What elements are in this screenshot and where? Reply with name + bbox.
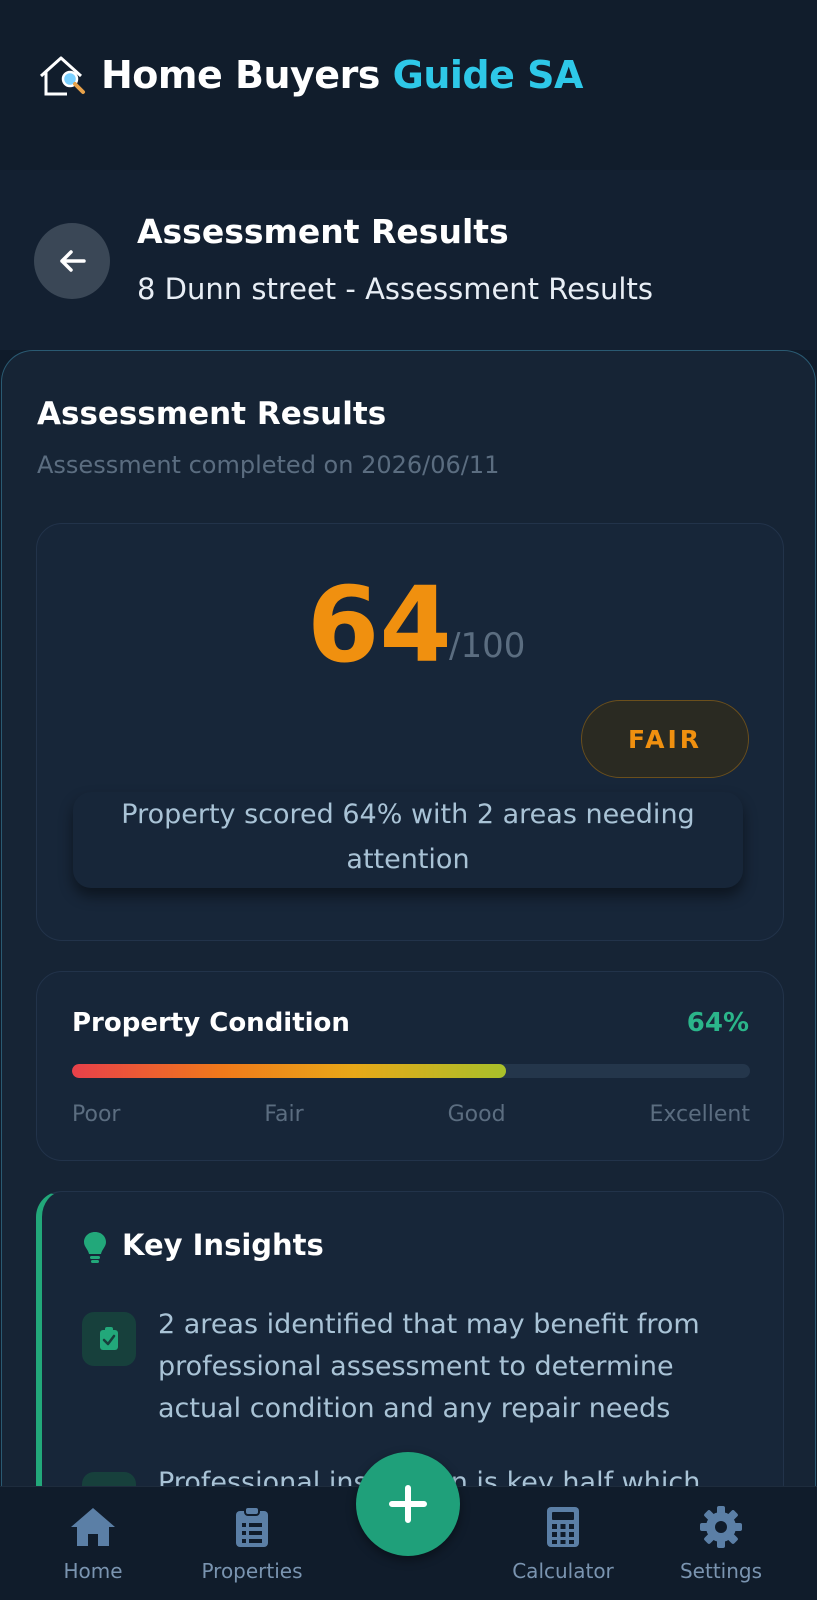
brand: Home Buyers Guide SA: [37, 52, 583, 98]
insights-title: Key Insights: [122, 1228, 324, 1262]
scale-label-good: Good: [447, 1102, 506, 1127]
condition-card: Property Condition 64% Poor Fair Good Ex…: [36, 971, 784, 1161]
home-icon: [71, 1508, 115, 1546]
score-max: /100: [449, 626, 526, 666]
nav-properties-label: Properties: [201, 1559, 303, 1583]
rating-badge: FAIR: [581, 700, 749, 778]
arrow-left-icon: [60, 250, 86, 272]
score-summary: Property scored 64% with 2 areas needing…: [73, 792, 743, 888]
completed-date: Assessment completed on 2026/06/11: [37, 451, 500, 479]
condition-percent: 64%: [686, 1008, 749, 1038]
results-title: Assessment Results: [37, 396, 387, 432]
score-value: 64: [307, 564, 452, 686]
scale-label-poor: Poor: [72, 1102, 121, 1127]
calculator-icon: [547, 1507, 579, 1547]
nav-settings-label: Settings: [679, 1559, 763, 1583]
app-header: Home Buyers Guide SA: [0, 0, 817, 170]
nav-properties[interactable]: Properties: [192, 1505, 312, 1583]
scale-label-excellent: Excellent: [649, 1102, 750, 1127]
nav-settings[interactable]: Settings: [661, 1505, 781, 1583]
nav-home[interactable]: Home: [33, 1505, 153, 1583]
app-title: Home Buyers Guide SA: [101, 53, 583, 97]
nav-calculator-label: Calculator: [512, 1559, 614, 1583]
insight-item: 2 areas identified that may benefit from…: [158, 1309, 700, 1424]
back-button[interactable]: [34, 223, 110, 299]
condition-title: Property Condition: [72, 1008, 350, 1038]
condition-bar: [72, 1064, 750, 1078]
gear-icon: [700, 1506, 742, 1548]
results-panel: Assessment Results Assessment completed …: [1, 350, 816, 1512]
plus-icon: [389, 1485, 427, 1523]
nav-home-label: Home: [63, 1559, 123, 1583]
bottom-nav: Home Properties Calculator Settings: [0, 1452, 817, 1600]
condition-scale: Poor Fair Good Excellent: [72, 1102, 750, 1127]
page-title: Assessment Results: [137, 212, 509, 251]
house-search-icon: [39, 56, 85, 96]
clipboard-check-icon: [82, 1312, 136, 1366]
lightbulb-icon: [84, 1232, 106, 1263]
add-button[interactable]: [356, 1452, 460, 1556]
condition-bar-fill: [72, 1064, 506, 1078]
page-subtitle: 8 Dunn street - Assessment Results: [137, 272, 653, 306]
subheader: Assessment Results 8 Dunn street - Asses…: [0, 170, 817, 350]
scale-label-fair: Fair: [264, 1102, 304, 1127]
clipboard-icon: [236, 1506, 268, 1547]
score-card: 64 /100 FAIR Property scored 64% with 2 …: [36, 523, 784, 941]
nav-calculator[interactable]: Calculator: [503, 1505, 623, 1583]
